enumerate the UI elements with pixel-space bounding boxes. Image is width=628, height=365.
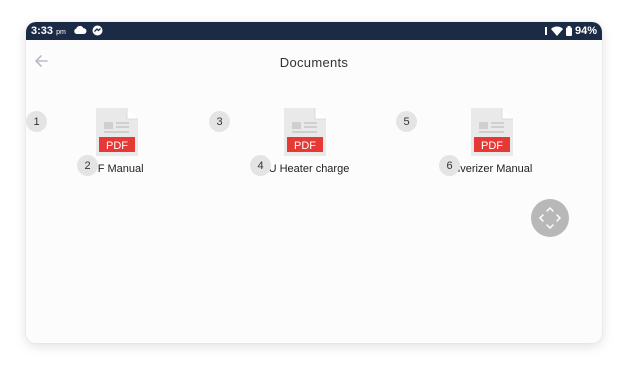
cloud-icon: [74, 25, 87, 34]
status-bar: 3:33 pm 94%: [26, 22, 602, 40]
app-bar: Documents: [26, 40, 602, 84]
battery-icon: [565, 26, 572, 36]
item-number-badge: 3: [209, 111, 230, 132]
item-number-badge: 4: [250, 155, 271, 176]
page-title: Documents: [279, 55, 349, 70]
document-name: CU Heater charge: [260, 163, 350, 175]
status-time-value: 3:33: [31, 25, 54, 37]
document-item[interactable]: PDF CU Heater charge: [220, 108, 390, 178]
document-item[interactable]: PDF ulverizer Manual: [407, 108, 577, 178]
document-item[interactable]: PDF PF Manual: [32, 108, 202, 178]
document-name: ulverizer Manual: [451, 163, 533, 175]
pdf-file-icon: PDF: [96, 108, 138, 156]
battery-percent: 94%: [574, 25, 597, 37]
document-name: PF Manual: [90, 163, 144, 175]
status-right: 94%: [544, 25, 597, 37]
item-number-badge: 5: [396, 111, 417, 132]
app-notification-icon: [92, 25, 103, 36]
pdf-icon-label: PDF: [481, 140, 503, 152]
item-number-badge: 6: [439, 155, 460, 176]
pdf-file-icon: PDF: [284, 108, 326, 156]
item-number-badge: 2: [77, 155, 98, 176]
pdf-icon-label: PDF: [294, 140, 316, 152]
wifi-icon: [550, 26, 563, 36]
vibrate-icon: [544, 27, 547, 35]
navigation-pad-button[interactable]: [531, 199, 569, 237]
directional-pad-icon: [538, 206, 562, 230]
device-screen: 3:33 pm 94% Documents PDF PF Manual PDF …: [26, 22, 602, 343]
item-number-badge: 1: [26, 111, 47, 132]
status-time-ampm: pm: [56, 29, 66, 36]
status-time: 3:33 pm: [31, 25, 66, 37]
pdf-file-icon: PDF: [471, 108, 513, 156]
pdf-icon-label: PDF: [106, 140, 128, 152]
